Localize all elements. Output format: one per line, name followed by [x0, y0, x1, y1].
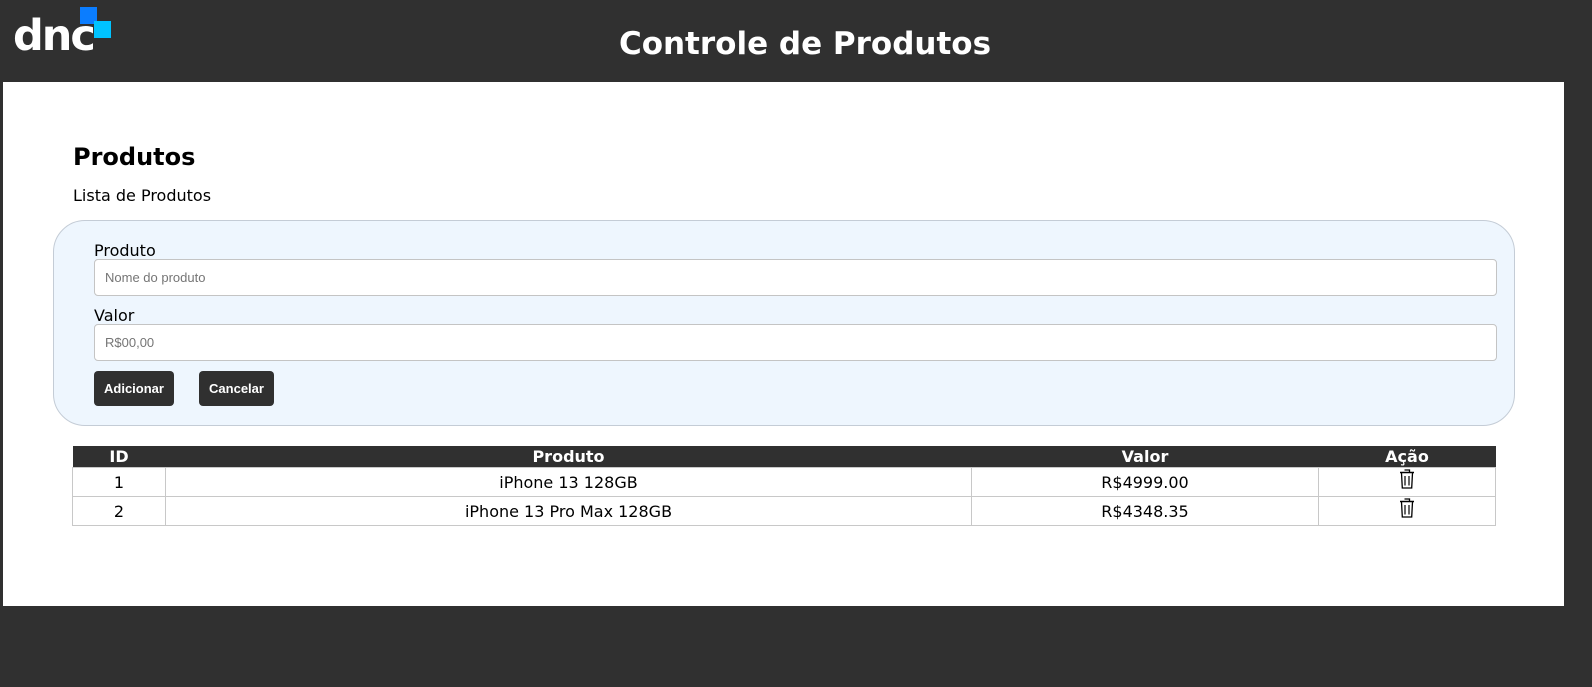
cell-product: iPhone 13 Pro Max 128GB — [165, 496, 972, 526]
page-subtitle: Lista de Produtos — [73, 186, 212, 205]
app-title: Controle de Produtos — [618, 26, 992, 62]
table-row: 2 iPhone 13 Pro Max 128GB R$4348.35 — [72, 496, 1496, 526]
app-header: dnc Controle de Produtos — [0, 0, 1592, 82]
cell-action — [1318, 496, 1496, 526]
header-action: Ação — [1318, 446, 1496, 468]
cell-value: R$4999.00 — [971, 467, 1319, 497]
cell-product: iPhone 13 128GB — [165, 467, 972, 497]
cell-value: R$4348.35 — [971, 496, 1319, 526]
products-table: ID Produto Valor Ação 1 iPhone 13 128GB … — [72, 446, 1496, 526]
header-id: ID — [72, 446, 166, 468]
table-row: 1 iPhone 13 128GB R$4999.00 — [72, 467, 1496, 497]
product-value-input[interactable] — [94, 324, 1497, 361]
header-product: Produto — [165, 446, 972, 468]
product-label: Produto — [94, 241, 156, 260]
page-title: Produtos — [73, 143, 196, 171]
main-content: Produtos Lista de Produtos Produto Valor… — [3, 82, 1564, 606]
cell-action — [1318, 467, 1496, 497]
trash-icon[interactable] — [1399, 498, 1415, 518]
value-label: Valor — [94, 306, 135, 325]
cell-id: 1 — [72, 467, 166, 497]
cell-id: 2 — [72, 496, 166, 526]
add-button[interactable]: Adicionar — [94, 371, 174, 406]
products-table-container: ID Produto Valor Ação 1 iPhone 13 128GB … — [72, 446, 1496, 526]
trash-icon[interactable] — [1399, 469, 1415, 489]
header-value: Valor — [971, 446, 1319, 468]
table-header-row: ID Produto Valor Ação — [72, 446, 1496, 468]
product-name-input[interactable] — [94, 259, 1497, 296]
product-form: Produto Valor Adicionar Cancelar — [53, 220, 1515, 426]
cancel-button[interactable]: Cancelar — [199, 371, 274, 406]
